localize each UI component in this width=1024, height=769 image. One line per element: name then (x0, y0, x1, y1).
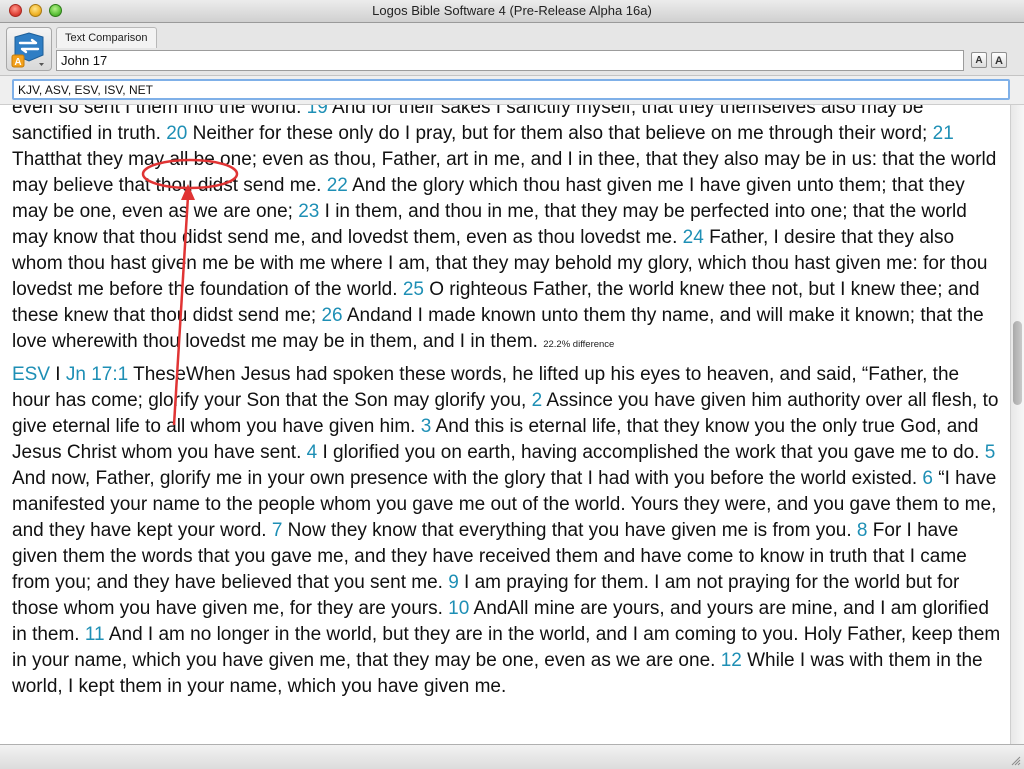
verse-number-21[interactable]: 21 (933, 123, 954, 144)
verse-number-10[interactable]: 10 (448, 598, 469, 619)
versions-input[interactable] (12, 79, 1010, 100)
verse-number-7[interactable]: 7 (272, 520, 283, 541)
verse-number-9[interactable]: 9 (448, 572, 459, 593)
verse-number-5[interactable]: 5 (985, 442, 996, 463)
vertical-scrollbar[interactable] (1010, 105, 1024, 744)
verse-text: even so sent I them into the world. (12, 105, 307, 118)
window-title: Logos Bible Software 4 (Pre-Release Alph… (372, 3, 652, 18)
comparison-text-area[interactable]: even so sent I them into the world. 19 A… (0, 105, 1010, 744)
verse-text: And now, Father, glorify me in your own … (12, 468, 923, 489)
verse-number-2[interactable]: 2 (532, 390, 543, 411)
verse-number-22[interactable]: 22 (327, 175, 348, 196)
decrease-font-button[interactable]: A (971, 52, 987, 68)
version-link-esv[interactable]: ESV (12, 364, 50, 385)
verse-number-24[interactable]: 24 (683, 227, 704, 248)
verse-number-4[interactable]: 4 (307, 442, 318, 463)
reference-separator: I (50, 364, 66, 385)
verse-number-12[interactable]: 12 (721, 650, 742, 671)
verse-text: Neither for these only do I pray, but fo… (187, 123, 933, 144)
esv-passage: ESV I Jn 17:1 TheseWhen Jesus had spoken… (12, 362, 1002, 700)
versions-bar (0, 76, 1024, 105)
reference-link-jn-17-1[interactable]: Jn 17:1 (66, 364, 128, 385)
verse-number-26[interactable]: 26 (321, 305, 342, 326)
resize-grip-icon[interactable] (1009, 754, 1021, 766)
text-comparison-icon: A (11, 32, 44, 68)
status-bar (0, 744, 1024, 769)
reference-input[interactable] (56, 50, 964, 71)
passage-text: even so sent I them into the world. 19 A… (12, 105, 1002, 704)
difference-note: 22.2% difference (543, 339, 615, 350)
panel-menu-button[interactable]: A (6, 27, 52, 71)
esv-text: TheseWhen Jesus had spoken these words, … (12, 364, 1000, 697)
verse-text: I glorified you on earth, having accompl… (317, 442, 985, 463)
verse-number-3[interactable]: 3 (421, 416, 432, 437)
tab-text-comparison[interactable]: Text Comparison (56, 27, 157, 48)
scrollbar-thumb[interactable] (1013, 321, 1022, 405)
title-bar: Logos Bible Software 4 (Pre-Release Alph… (0, 0, 1024, 23)
verse-number-19[interactable]: 19 (307, 105, 328, 118)
verse-number-11[interactable]: 11 (85, 624, 105, 645)
increase-font-button[interactable]: A (991, 52, 1007, 68)
app-badge-label: A (14, 57, 21, 68)
verse-text: Now they know that everything that you h… (282, 520, 857, 541)
kjv-text: even so sent I them into the world. 19 A… (12, 105, 996, 352)
verse-number-6[interactable]: 6 (922, 468, 933, 489)
chevron-down-icon (39, 63, 44, 66)
panel-toolbar: A Text Comparison A A (0, 23, 1024, 76)
verse-number-8[interactable]: 8 (857, 520, 868, 541)
verse-number-25[interactable]: 25 (403, 279, 424, 300)
verse-number-23[interactable]: 23 (298, 201, 319, 222)
kjv-passage: even so sent I them into the world. 19 A… (12, 105, 1002, 358)
verse-number-20[interactable]: 20 (166, 123, 187, 144)
